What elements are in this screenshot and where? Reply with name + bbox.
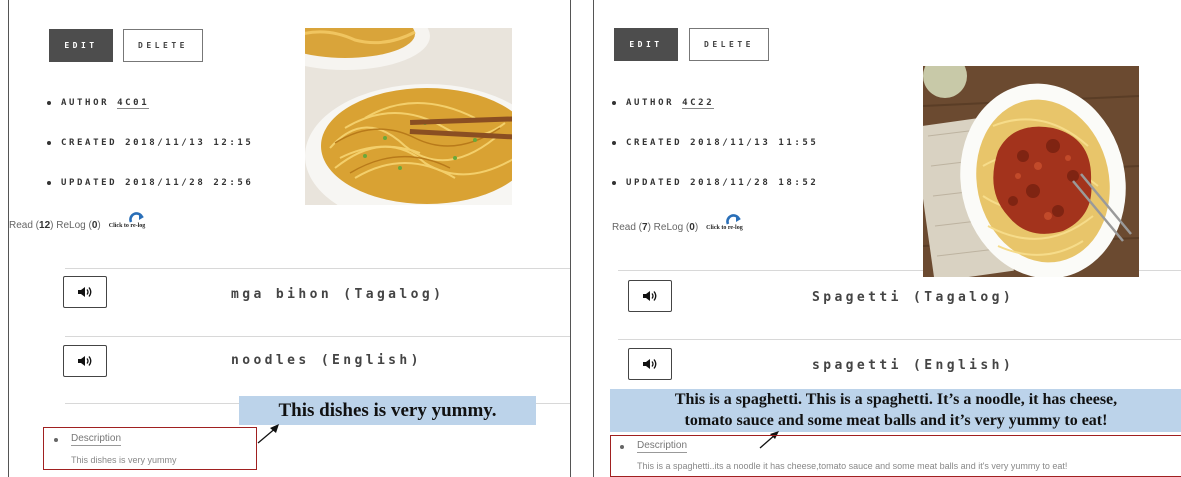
relog-button[interactable]: Click to re-log <box>706 213 743 231</box>
updated-item: UPDATED 2018/11/28 18:52 <box>612 177 818 217</box>
callout-arrow-icon <box>257 424 279 444</box>
created-item: CREATED 2018/11/13 11:55 <box>612 137 818 177</box>
paren: ) <box>97 220 101 231</box>
read-label: Read ( <box>612 222 643 233</box>
created-item: CREATED 2018/11/13 12:15 <box>47 137 253 177</box>
word-tagalog: Spagetti (Tagalog) <box>812 290 1015 305</box>
refresh-icon <box>726 213 742 225</box>
description-box: Description This dishes is very yummy <box>43 427 257 470</box>
speaker-icon <box>78 287 92 297</box>
author-label: AUTHOR <box>626 98 683 108</box>
entry-card-noodles: EDIT DELETE AUTHOR 4C01 CREATED 2018/11/… <box>8 0 571 477</box>
speaker-icon <box>78 356 92 366</box>
relog-label: ) ReLog ( <box>647 222 690 233</box>
bullet <box>54 438 58 442</box>
description-text: This dishes is very yummy <box>71 455 177 465</box>
divider <box>618 339 1181 340</box>
speak-button-english[interactable] <box>63 345 107 377</box>
relog-label: ) ReLog ( <box>50 220 92 231</box>
read-label: Read ( <box>9 220 40 231</box>
divider <box>65 268 570 269</box>
author-link[interactable]: 4C01 <box>117 98 150 109</box>
speaker-icon <box>643 291 657 301</box>
updated-item: UPDATED 2018/11/28 22:56 <box>47 177 253 217</box>
read-relog-stats: Read (12) ReLog (0) Click to re-log <box>9 211 145 231</box>
delete-button[interactable]: DELETE <box>123 29 203 62</box>
author-item: AUTHOR 4C01 <box>47 97 253 137</box>
speak-button-tagalog[interactable] <box>63 276 107 308</box>
delete-button[interactable]: DELETE <box>689 28 769 61</box>
callout-line-2: tomato sauce and some meat balls and it’… <box>684 412 1108 429</box>
metadata-list: AUTHOR 4C01 CREATED 2018/11/13 12:15 UPD… <box>47 97 253 217</box>
description-label: Description <box>637 440 688 453</box>
author-label: AUTHOR <box>61 98 118 108</box>
refresh-icon <box>128 211 144 223</box>
edit-button[interactable]: EDIT <box>49 29 113 62</box>
speaker-icon <box>643 359 657 369</box>
speak-button-english[interactable] <box>628 348 672 380</box>
divider <box>65 336 570 337</box>
description-label: Description <box>71 433 122 446</box>
read-count: 12 <box>39 220 51 231</box>
entry-card-spaghetti: EDIT DELETE AUTHOR 4C22 CREATED 2018/11/… <box>593 0 1181 477</box>
word-english: noodles (English) <box>231 353 422 368</box>
read-relog-stats: Read (7) ReLog (0) Click to re-log <box>612 213 743 233</box>
description-text: This is a spaghetti..its a noodle it has… <box>637 461 1068 471</box>
callout-line-1: This is a spaghetti. This is a spaghetti… <box>674 391 1118 408</box>
description-callout: This dishes is very yummy. <box>239 396 536 425</box>
word-tagalog: mga bihon (Tagalog) <box>231 287 445 302</box>
description-box: Description This is a spaghetti..its a n… <box>610 435 1181 477</box>
spaghetti-photo <box>923 66 1139 277</box>
noodles-photo <box>305 28 512 205</box>
metadata-list: AUTHOR 4C22 CREATED 2018/11/13 11:55 UPD… <box>612 97 818 217</box>
author-item: AUTHOR 4C22 <box>612 97 818 137</box>
bullet <box>620 445 624 449</box>
edit-button[interactable]: EDIT <box>614 28 678 61</box>
relog-button[interactable]: Click to re-log <box>109 211 145 229</box>
description-callout: This is a spaghetti. This is a spaghetti… <box>610 389 1181 432</box>
word-english: spagetti (English) <box>812 358 1015 373</box>
speak-button-tagalog[interactable] <box>628 280 672 312</box>
author-link[interactable]: 4C22 <box>682 98 715 109</box>
paren: ) <box>694 222 699 233</box>
